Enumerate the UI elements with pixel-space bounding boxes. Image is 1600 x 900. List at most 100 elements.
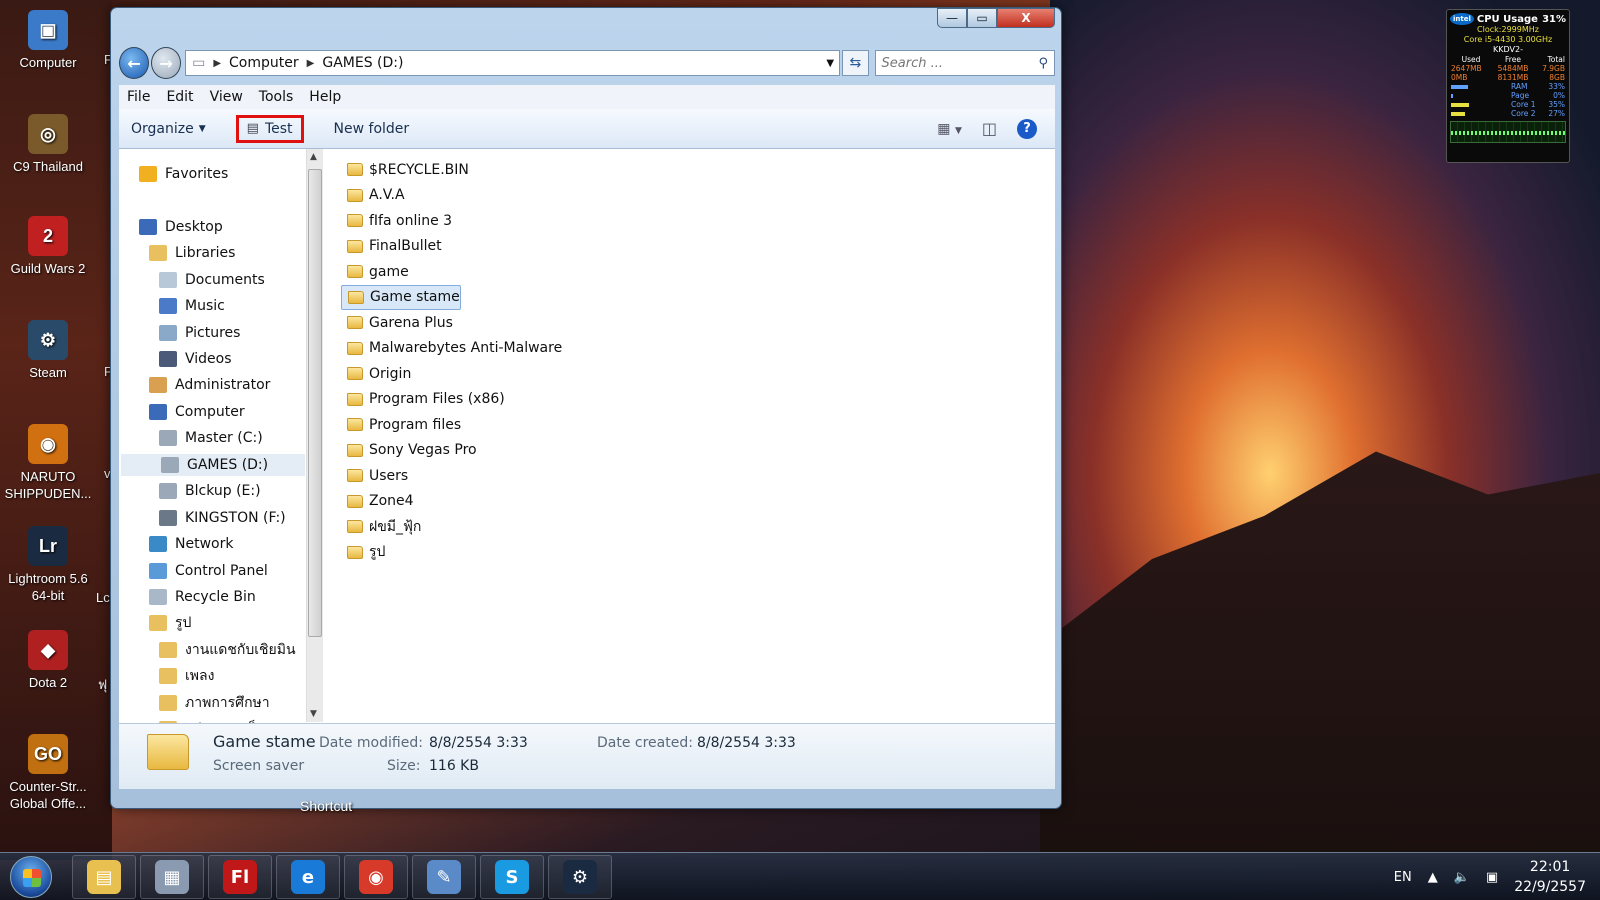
content-area: Favorites Desktop Libraries Documents Music P…: [119, 149, 1055, 744]
taskbar-paint-button[interactable]: ✎: [412, 855, 476, 899]
folder-item[interactable]: A.V.A: [341, 183, 1041, 209]
desktop-icon-steam[interactable]: ⚙ Steam: [2, 320, 94, 381]
folder-item[interactable]: $RECYCLE.BIN: [341, 157, 1041, 183]
nav-item[interactable]: เพลง: [159, 665, 214, 687]
desktop-icon-label: C9 Thailand: [13, 159, 83, 174]
user-icon: [149, 377, 167, 393]
folder-item[interactable]: Users: [341, 463, 1041, 489]
nav-scrollbar[interactable]: ▲ ▼: [306, 149, 323, 722]
refresh-button[interactable]: ⇆: [842, 50, 869, 76]
desktop-icon-naruto[interactable]: ◉ NARUTO SHIPPUDEN...: [2, 424, 94, 502]
nav-item[interactable]: รูป: [149, 612, 191, 634]
folder-item[interactable]: Program files: [341, 412, 1041, 438]
taskbar-explorer-button[interactable]: ▤: [72, 855, 136, 899]
nav-item[interactable]: Network: [149, 533, 233, 555]
preview-pane-button[interactable]: ◫: [982, 119, 997, 138]
nav-item[interactable]: Recycle Bin: [149, 586, 256, 608]
nav-item[interactable]: GAMES (D:): [121, 454, 305, 476]
folder-item[interactable]: Program Files (x86): [341, 387, 1041, 413]
desktop-icon-lightroom[interactable]: Lr Lightroom 5.6 64-bit: [2, 526, 94, 604]
nav-item[interactable]: Documents: [159, 269, 265, 291]
taskbar-flash-button[interactable]: Fl: [208, 855, 272, 899]
gadget-header: Used: [1461, 55, 1481, 64]
folder-item[interactable]: ฝขมี_ฟุ้ก: [341, 514, 1041, 540]
folder-item[interactable]: FinalBullet: [341, 234, 1041, 260]
explorer-window[interactable]: — ▭ X ← → ▭ ▶ Computer ▶ GAMES (D:) ▼ ⇆ …: [110, 7, 1062, 809]
maximize-button[interactable]: ▭: [967, 8, 997, 28]
folder-item[interactable]: fIfa online 3: [341, 208, 1041, 234]
nav-item[interactable]: Pictures: [159, 322, 240, 344]
minimize-button[interactable]: —: [937, 8, 967, 28]
start-button[interactable]: [10, 856, 52, 898]
folder-item[interactable]: Sony Vegas Pro: [341, 438, 1041, 464]
folder-item[interactable]: Game stame: [341, 284, 461, 310]
nav-item[interactable]: Desktop: [139, 216, 223, 238]
taskbar-internet-explorer-button[interactable]: e: [276, 855, 340, 899]
nav-item[interactable]: ภาพการศึกษา: [159, 692, 270, 714]
desktop-icon-c9[interactable]: ◎ C9 Thailand: [2, 114, 94, 175]
breadcrumb-games-d[interactable]: GAMES (D:): [322, 55, 403, 71]
scroll-up-icon[interactable]: ▲: [310, 152, 317, 162]
network-tray-icon[interactable]: ▣: [1486, 870, 1498, 885]
forward-button[interactable]: →: [151, 47, 182, 79]
close-button[interactable]: X: [997, 8, 1055, 28]
breadcrumb-computer[interactable]: Computer: [229, 55, 299, 71]
cpu-usage-gadget[interactable]: intel CPU Usage 31% Clock:2999MHz Core i…: [1446, 9, 1570, 163]
skype-icon: S: [495, 860, 529, 894]
back-button[interactable]: ←: [119, 47, 150, 79]
nav-item[interactable]: Computer: [149, 401, 245, 423]
folder-item[interactable]: Origin: [341, 361, 1041, 387]
clock[interactable]: 22:01 22/9/2557: [1514, 857, 1586, 897]
taskbar-skype-button[interactable]: S: [480, 855, 544, 899]
folder-item[interactable]: Zone4: [341, 489, 1041, 515]
new-folder-button[interactable]: New folder: [334, 121, 410, 137]
desktop-icon-guild-wars[interactable]: 2 Guild Wars 2: [2, 216, 94, 277]
folder-item[interactable]: รูป: [341, 540, 1041, 566]
desktop-icon-csgo[interactable]: GO Counter-Str... Global Offe...: [2, 734, 94, 812]
scrollbar-thumb[interactable]: [308, 169, 322, 637]
taskbar-calculator-button[interactable]: ▦: [140, 855, 204, 899]
help-icon[interactable]: ?: [1017, 118, 1037, 139]
nav-item-label: Computer: [175, 404, 245, 420]
nav-item[interactable]: Libraries: [149, 242, 235, 264]
nav-item[interactable]: Blckup (E:): [159, 480, 261, 502]
menu-edit[interactable]: Edit: [166, 89, 193, 105]
nav-item[interactable]: Administrator: [149, 374, 270, 396]
tray-expand-icon[interactable]: ▲: [1428, 870, 1438, 885]
folder-item[interactable]: Garena Plus: [341, 310, 1041, 336]
folder-item[interactable]: Malwarebytes Anti-Malware: [341, 336, 1041, 362]
system-tray: EN ▲ 🔈 ▣ 22:01 22/9/2557: [1394, 853, 1586, 900]
gadget-title: CPU Usage: [1476, 13, 1538, 25]
nav-item[interactable]: Favorites: [139, 163, 228, 185]
folder-item[interactable]: game: [341, 259, 1041, 285]
libraries-icon: [149, 245, 167, 261]
nav-item[interactable]: Control Panel: [149, 560, 268, 582]
taskbar-chrome-button[interactable]: ◉: [344, 855, 408, 899]
menu-file[interactable]: File: [127, 89, 150, 105]
menu-tools[interactable]: Tools: [259, 89, 294, 105]
language-indicator[interactable]: EN: [1394, 870, 1412, 885]
nav-item[interactable]: งานแดชกับเชิยมิน: [159, 639, 296, 661]
desktop-icon-dota[interactable]: ◆ Dota 2: [2, 630, 94, 691]
menu-help[interactable]: Help: [309, 89, 341, 105]
scroll-down-icon[interactable]: ▼: [310, 709, 317, 719]
volume-icon[interactable]: 🔈: [1454, 870, 1470, 885]
address-bar[interactable]: ▭ ▶ Computer ▶ GAMES (D:) ▼: [185, 50, 841, 76]
nav-item[interactable]: KINGSTON (F:): [159, 507, 286, 529]
organize-button[interactable]: Organize ▼: [131, 121, 206, 137]
naruto-icon: ◉: [28, 424, 68, 464]
search-input[interactable]: Search ... ⚲: [874, 50, 1055, 76]
desktop-icon-computer[interactable]: ▣ Computer: [2, 10, 94, 71]
recycle-bin-icon: [149, 589, 167, 605]
taskbar-steam-button[interactable]: ⚙: [548, 855, 612, 899]
chevron-down-icon[interactable]: ▼: [821, 58, 839, 69]
nav-item[interactable]: Master (C:): [159, 427, 263, 449]
nav-item[interactable]: Music: [159, 295, 225, 317]
test-button[interactable]: ▤ Test: [235, 114, 304, 143]
desktop-icon-label: NARUTO SHIPPUDEN...: [4, 469, 92, 501]
drive-c-icon: [159, 430, 177, 446]
menu-view[interactable]: View: [210, 89, 243, 105]
nav-item[interactable]: Videos: [159, 348, 232, 370]
view-options-button[interactable]: ▦ ▼: [937, 121, 962, 137]
videos-icon: [159, 351, 177, 367]
